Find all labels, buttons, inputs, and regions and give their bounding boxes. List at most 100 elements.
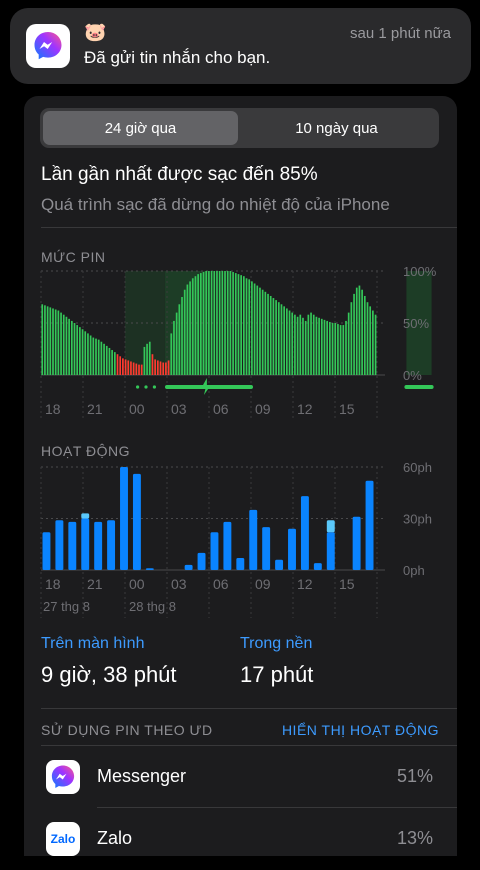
battery-bar <box>299 314 302 375</box>
battery-bar <box>87 333 89 375</box>
screen-time-bar <box>68 521 77 570</box>
app-row-zalo[interactable]: Zalo Zalo 13% <box>24 808 457 870</box>
screen-time-bar <box>300 496 309 570</box>
battery-bar <box>280 304 283 375</box>
battery-bar <box>213 271 216 375</box>
usage-by-app-header: SỬ DỤNG PIN THEO ƯD <box>41 722 213 738</box>
battery-bar <box>221 271 224 375</box>
battery-level-chart: 0% 50% 100% 18 21 00 03 06 09 12 15 <box>40 264 437 421</box>
screen-time-bar <box>275 559 284 570</box>
notification-time: sau 1 phút nữa <box>350 25 451 42</box>
battery-bar <box>183 289 186 375</box>
x-tick-label: 06 <box>213 401 229 417</box>
screen-time-bar <box>313 563 322 570</box>
battery-bar <box>100 341 103 375</box>
screen-time-bar <box>326 532 335 570</box>
battery-bar <box>135 363 138 375</box>
battery-bar <box>208 271 210 375</box>
battery-bar <box>79 327 81 375</box>
battery-bar <box>111 350 113 375</box>
charge-subtitle: Quá trình sạc đã dừng do nhiệt độ của iP… <box>41 195 390 214</box>
charging-bolt-icon <box>201 378 211 395</box>
y-tick-label: 100% <box>403 264 437 279</box>
zalo-icon: Zalo <box>46 822 80 856</box>
battery-bar <box>259 287 261 375</box>
battery-bar <box>269 295 272 375</box>
battery-bar <box>318 317 320 375</box>
background-time-bar <box>326 520 335 533</box>
show-activity-link[interactable]: HIỂN THỊ HOẠT ĐỘNG <box>282 722 439 738</box>
battery-bar <box>46 306 49 375</box>
screen-time-bar <box>132 473 141 570</box>
battery-bar <box>194 276 197 375</box>
battery-bar <box>232 272 234 375</box>
y-tick-label: 30ph <box>403 512 432 527</box>
screen-time-bar <box>184 564 193 570</box>
screen-time-label: Trên màn hình <box>41 635 145 652</box>
battery-bar <box>205 271 208 375</box>
battery-bar <box>95 338 97 375</box>
charging-dot <box>144 385 148 389</box>
battery-bar <box>361 289 363 375</box>
segment-10d[interactable]: 10 ngày qua <box>239 111 434 145</box>
x-tick-label: 00 <box>129 576 145 592</box>
notification-banner[interactable]: 🐷 Đã gửi tin nhắn cho bạn. sau 1 phút nữ… <box>10 8 471 84</box>
background-time-label: Trong nền <box>240 635 313 652</box>
battery-bar <box>105 345 108 375</box>
battery-bar <box>342 325 345 375</box>
battery-bar <box>323 319 326 375</box>
x-tick-label: 21 <box>87 576 103 592</box>
battery-bar <box>251 281 253 375</box>
date-label: 27 thg 8 <box>43 599 90 614</box>
y-tick-label: 0ph <box>403 563 425 578</box>
battery-bar <box>224 271 226 375</box>
battery-bar <box>304 320 307 375</box>
battery-bar <box>140 364 143 375</box>
battery-bar <box>199 273 202 375</box>
battery-bar <box>261 289 264 375</box>
battery-bar <box>62 314 65 375</box>
x-tick-label: 03 <box>171 401 187 417</box>
screen-time-bar <box>120 467 128 570</box>
battery-bar <box>97 339 100 375</box>
screen-time-value: 9 giờ, 38 phút <box>41 662 177 687</box>
battery-bar <box>358 285 361 375</box>
battery-bar <box>116 354 119 375</box>
battery-bar <box>210 271 213 375</box>
battery-bar <box>272 298 275 375</box>
battery-bar <box>302 317 304 375</box>
battery-bar <box>310 312 312 375</box>
battery-bar <box>70 320 73 375</box>
battery-bar <box>170 333 173 375</box>
battery-bar <box>353 293 355 375</box>
divider <box>41 227 457 228</box>
battery-bar <box>275 300 277 375</box>
battery-bar <box>283 306 286 375</box>
charging-dot <box>152 385 156 389</box>
battery-bar <box>113 352 116 375</box>
x-tick-label: 15 <box>339 401 355 417</box>
y-tick-label: 50% <box>403 316 429 331</box>
range-segmented-control[interactable]: 24 giờ qua 10 ngày qua <box>40 108 439 148</box>
battery-bar <box>331 323 334 375</box>
battery-bar <box>312 314 315 375</box>
screen-time-bar <box>107 520 116 570</box>
screen-time-bar <box>197 552 206 570</box>
battery-bar <box>122 358 124 375</box>
battery-bar <box>181 297 183 375</box>
screen-time-bar <box>145 568 154 570</box>
battery-bar <box>315 316 318 375</box>
screen-time-bar <box>81 518 90 570</box>
divider <box>41 708 457 709</box>
date-label: 28 thg 8 <box>129 599 176 614</box>
notification-sender: 🐷 <box>84 22 107 42</box>
battery-bar <box>44 305 46 375</box>
battery-bar <box>130 361 132 375</box>
screen-time-bar <box>236 557 245 570</box>
battery-bar <box>89 335 92 375</box>
battery-bar <box>253 283 256 375</box>
app-row-messenger[interactable]: Messenger 51% <box>24 746 457 808</box>
segment-24h[interactable]: 24 giờ qua <box>43 111 238 145</box>
screen-time-bar <box>249 509 258 570</box>
battery-bar <box>143 346 146 375</box>
